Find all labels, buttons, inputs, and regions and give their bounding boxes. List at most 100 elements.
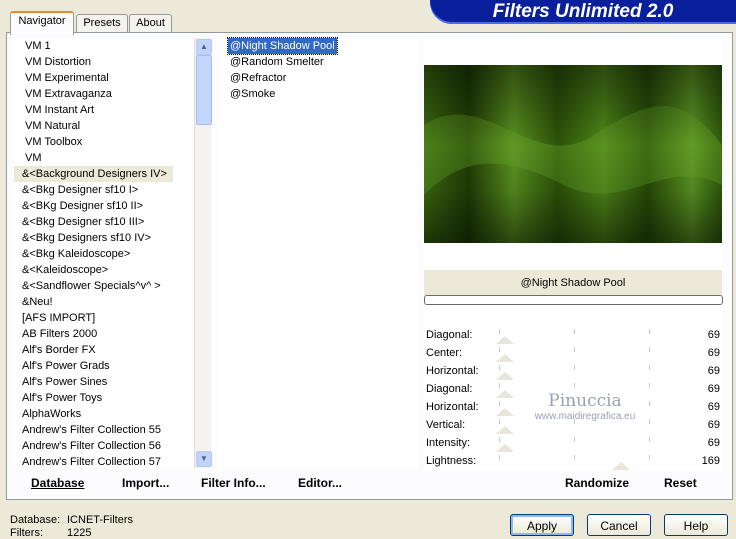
slider-tick xyxy=(649,383,650,388)
category-item[interactable]: &<Bkg Designer sf10 I> xyxy=(14,182,138,198)
randomize-button[interactable]: Randomize xyxy=(565,476,629,490)
preview-panel xyxy=(424,38,722,270)
slider-tick xyxy=(499,383,500,388)
param-slider-row[interactable]: Lightness: 169 xyxy=(424,452,722,470)
scroll-up-icon[interactable]: ▲ xyxy=(196,39,212,55)
slider-tick xyxy=(499,347,500,352)
category-item[interactable]: &<Bkg Kaleidoscope> xyxy=(14,246,130,262)
tab-navigator[interactable]: Navigator xyxy=(10,11,74,35)
app-title: Filters Unlimited 2.0 xyxy=(492,1,674,22)
status-filters-value: 1225 xyxy=(67,527,92,539)
category-item[interactable]: AB Filters 2000 xyxy=(14,326,97,342)
category-item[interactable]: &<Sandflower Specials^v^ > xyxy=(14,278,161,294)
slider-tick xyxy=(499,401,500,406)
filter-item[interactable]: @Refractor xyxy=(228,70,288,86)
param-value: 69 xyxy=(707,365,720,377)
scroll-down-icon[interactable]: ▼ xyxy=(196,451,212,467)
param-value: 69 xyxy=(707,383,720,395)
tab-presets[interactable]: Presets xyxy=(76,14,128,33)
param-slider-row[interactable]: Intensity: 69 xyxy=(424,434,722,452)
category-item[interactable]: Alf's Border FX xyxy=(14,342,96,358)
category-item[interactable]: VM Toolbox xyxy=(14,134,82,150)
category-item[interactable]: &<Background Designers IV> xyxy=(14,166,173,182)
param-value: 69 xyxy=(707,401,720,413)
apply-button[interactable]: Apply xyxy=(510,514,574,536)
slider-thumb[interactable] xyxy=(496,390,514,398)
filter-item[interactable]: @Smoke xyxy=(228,86,277,102)
slider-thumb[interactable] xyxy=(496,354,514,362)
param-slider-row[interactable]: Center: 69 xyxy=(424,344,722,362)
cancel-button[interactable]: Cancel xyxy=(587,514,651,536)
param-value: 69 xyxy=(707,329,720,341)
slider-tick xyxy=(499,365,500,370)
param-label: Horizontal: xyxy=(426,365,479,377)
category-item[interactable]: VM Natural xyxy=(14,118,80,134)
category-item[interactable]: Andrew's Filter Collection 57 xyxy=(14,454,161,468)
status-filters-label: Filters: xyxy=(10,527,43,539)
category-item[interactable]: Alf's Power Sines xyxy=(14,374,107,390)
category-item[interactable]: &<BKg Designer sf10 II> xyxy=(14,198,143,214)
category-item[interactable]: Andrew's Filter Collection 56 xyxy=(14,438,161,454)
category-item[interactable]: AlphaWorks xyxy=(14,406,81,422)
progress-bar xyxy=(424,295,723,305)
slider-tick xyxy=(499,437,500,442)
param-label: Diagonal: xyxy=(426,383,473,395)
slider-tick xyxy=(649,365,650,370)
scroll-thumb[interactable] xyxy=(196,55,212,125)
slider-thumb[interactable] xyxy=(612,462,630,470)
category-item[interactable]: Andrew's Filter Collection 55 xyxy=(14,422,161,438)
slider-tick xyxy=(574,329,575,334)
slider-tick xyxy=(649,455,650,460)
category-item[interactable]: VM Experimental xyxy=(14,70,109,86)
slider-thumb[interactable] xyxy=(496,336,514,344)
category-item[interactable]: VM 1 xyxy=(14,38,51,54)
category-item[interactable]: VM Extravaganza xyxy=(14,86,112,102)
watermark: Pinuccia www.maidiregrafica.eu xyxy=(515,391,655,422)
database-button[interactable]: Database xyxy=(31,476,84,490)
slider-thumb[interactable] xyxy=(496,426,514,434)
category-item[interactable]: [AFS IMPORT] xyxy=(14,310,95,326)
slider-thumb[interactable] xyxy=(496,408,514,416)
filter-item[interactable]: @Night Shadow Pool xyxy=(227,37,338,55)
category-item[interactable]: &<Bkg Designers sf10 IV> xyxy=(14,230,151,246)
app-title-banner: Filters Unlimited 2.0 xyxy=(430,0,736,24)
category-item[interactable]: VM xyxy=(14,150,42,166)
slider-tick xyxy=(574,383,575,388)
param-value: 69 xyxy=(707,419,720,431)
watermark-url: www.maidiregrafica.eu xyxy=(534,411,636,422)
preview-caption-bar: @Night Shadow Pool xyxy=(424,270,722,296)
param-value: 169 xyxy=(701,455,720,467)
reset-button[interactable]: Reset xyxy=(664,476,697,490)
slider-tick xyxy=(649,347,650,352)
param-slider-row[interactable]: Horizontal: 69 xyxy=(424,362,722,380)
category-item[interactable]: Alf's Power Grads xyxy=(14,358,110,374)
filter-info-button[interactable]: Filter Info... xyxy=(201,476,266,490)
editor-button[interactable]: Editor... xyxy=(298,476,342,490)
slider-thumb[interactable] xyxy=(496,444,514,452)
slider-tick xyxy=(499,455,500,460)
category-scrollbar[interactable]: ▲ ▼ xyxy=(194,38,212,468)
category-item[interactable]: VM Distortion xyxy=(14,54,91,70)
param-label: Intensity: xyxy=(426,437,471,449)
slider-thumb[interactable] xyxy=(496,372,514,380)
tab-about[interactable]: About xyxy=(129,14,172,33)
slider-tick xyxy=(649,437,650,442)
category-item[interactable]: &Neu! xyxy=(14,294,53,310)
param-label: Horizontal: xyxy=(426,401,479,413)
category-item[interactable]: &<Bkg Designer sf10 III> xyxy=(14,214,144,230)
filter-item[interactable]: @Random Smelter xyxy=(228,54,326,70)
param-value: 69 xyxy=(707,437,720,449)
import-button[interactable]: Import... xyxy=(122,476,169,490)
filter-list[interactable]: @Night Shadow Pool @Random Smelter @Refrac… xyxy=(218,37,418,468)
watermark-name: Pinuccia xyxy=(548,391,622,411)
help-button[interactable]: Help xyxy=(664,514,728,536)
category-item[interactable]: &<Kaleidoscope> xyxy=(14,262,108,278)
category-item[interactable]: VM Instant Art xyxy=(14,102,94,118)
slider-tick xyxy=(649,329,650,334)
param-slider-row[interactable]: Diagonal: 69 xyxy=(424,326,722,344)
slider-tick xyxy=(499,329,500,334)
category-list[interactable]: VM 1 VM Distortion VM Experimental VM Extra… xyxy=(14,38,194,468)
category-item[interactable]: Alf's Power Toys xyxy=(14,390,102,406)
param-label: Lightness: xyxy=(426,455,477,467)
slider-tick xyxy=(574,347,575,352)
